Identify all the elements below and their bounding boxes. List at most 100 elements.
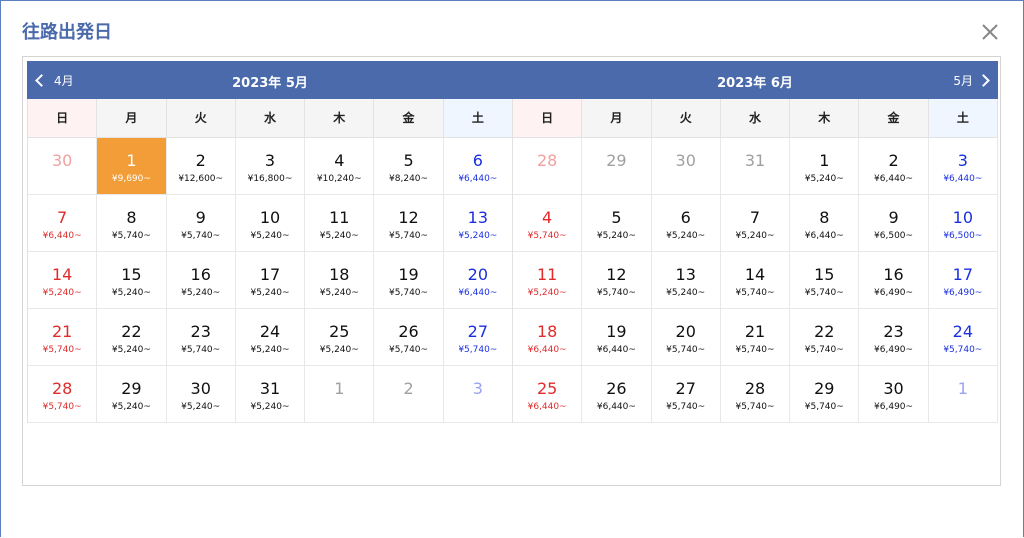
date-cell[interactable]: 17 ¥5,240~ xyxy=(235,252,306,309)
date-cell[interactable]: 13 ¥5,240~ xyxy=(651,252,721,309)
fare-price: ¥5,240~ xyxy=(319,345,359,355)
date-cell[interactable]: 25 ¥5,240~ xyxy=(305,309,375,366)
date-cell[interactable]: 8 ¥6,440~ xyxy=(790,195,860,252)
date-cell[interactable]: 29 ¥5,740~ xyxy=(790,366,860,423)
next-month-label: 5月 xyxy=(953,74,973,88)
fare-price: ¥6,500~ xyxy=(874,231,914,241)
date-cell[interactable]: 6 ¥6,440~ xyxy=(443,138,513,195)
date-number: 1 xyxy=(819,151,830,170)
date-cell[interactable]: 19 ¥6,440~ xyxy=(582,309,652,366)
date-cell[interactable]: 29 ¥5,240~ xyxy=(97,366,167,423)
date-cell[interactable]: 7 ¥5,240~ xyxy=(720,195,791,252)
date-cell[interactable]: 14 ¥5,240~ xyxy=(28,252,98,309)
date-cell[interactable]: 27 ¥5,740~ xyxy=(651,366,721,423)
date-cell: 29 xyxy=(582,138,652,195)
date-cell[interactable]: 3 ¥16,800~ xyxy=(235,138,306,195)
date-cell[interactable]: 7 ¥6,440~ xyxy=(28,195,98,252)
date-cell[interactable]: 14 ¥5,740~ xyxy=(720,252,791,309)
date-number: 23 xyxy=(190,322,211,341)
date-cell[interactable]: 24 ¥5,740~ xyxy=(928,309,998,366)
date-cell[interactable]: 8 ¥5,740~ xyxy=(97,195,167,252)
date-cell[interactable]: 28 ¥5,740~ xyxy=(720,366,791,423)
date-cell[interactable]: 11 ¥5,240~ xyxy=(305,195,375,252)
fare-price: ¥5,740~ xyxy=(389,345,429,355)
date-cell[interactable]: 12 ¥5,740~ xyxy=(374,195,444,252)
date-cell[interactable]: 20 ¥5,740~ xyxy=(651,309,721,366)
date-number: 6 xyxy=(680,208,691,227)
date-number: 28 xyxy=(536,151,558,170)
date-cell[interactable]: 21 ¥5,740~ xyxy=(720,309,791,366)
date-number: 2 xyxy=(403,379,414,398)
date-cell[interactable]: 27 ¥5,740~ xyxy=(443,309,513,366)
date-cell[interactable]: 15 ¥5,240~ xyxy=(97,252,167,309)
date-cell[interactable]: 20 ¥6,440~ xyxy=(443,252,513,309)
date-cell[interactable]: 16 ¥5,240~ xyxy=(166,252,236,309)
date-cell[interactable]: 24 ¥5,240~ xyxy=(235,309,306,366)
date-number: 18 xyxy=(329,265,350,284)
date-cell[interactable]: 18 ¥5,240~ xyxy=(305,252,375,309)
date-cell[interactable]: 12 ¥5,740~ xyxy=(582,252,652,309)
date-cell[interactable]: 25 ¥6,440~ xyxy=(513,366,583,423)
date-number: 12 xyxy=(606,265,627,284)
date-cell[interactable]: 18 ¥6,440~ xyxy=(513,309,583,366)
fare-price: ¥5,740~ xyxy=(42,402,82,412)
date-cell[interactable]: 2 ¥12,600~ xyxy=(166,138,236,195)
date-cell[interactable]: 23 ¥5,740~ xyxy=(166,309,236,366)
date-cell[interactable]: 31 ¥5,240~ xyxy=(235,366,306,423)
next-month-button[interactable]: 5月 xyxy=(953,72,990,89)
date-cell[interactable]: 15 ¥5,740~ xyxy=(790,252,860,309)
fare-price: ¥5,240~ xyxy=(804,174,844,184)
date-cell: 1 xyxy=(928,366,998,423)
date-cell[interactable]: 30 ¥6,490~ xyxy=(859,366,929,423)
date-cell[interactable]: 23 ¥6,490~ xyxy=(859,309,929,366)
date-number: 3 xyxy=(472,379,483,398)
date-cell[interactable]: 9 ¥6,500~ xyxy=(859,195,929,252)
fare-price: ¥5,740~ xyxy=(111,231,151,241)
date-cell[interactable]: 26 ¥6,440~ xyxy=(582,366,652,423)
date-number: 29 xyxy=(606,151,627,170)
date-cell[interactable]: 5 ¥8,240~ xyxy=(374,138,444,195)
fare-price: ¥5,240~ xyxy=(250,345,290,355)
date-number: 1 xyxy=(126,151,137,170)
date-number: 16 xyxy=(190,265,211,284)
date-cell[interactable]: 26 ¥5,740~ xyxy=(374,309,444,366)
date-cell[interactable]: 4 ¥5,740~ xyxy=(513,195,583,252)
month-title: 2023年 6月 xyxy=(717,76,793,91)
date-cell[interactable]: 28 ¥5,740~ xyxy=(28,366,98,423)
date-cell[interactable]: 9 ¥5,740~ xyxy=(166,195,236,252)
fare-price: ¥5,740~ xyxy=(943,345,983,355)
date-cell: 1 xyxy=(305,366,375,423)
fare-price: ¥5,740~ xyxy=(389,231,429,241)
fare-price: ¥6,440~ xyxy=(943,174,983,184)
date-cell[interactable]: 30 ¥5,240~ xyxy=(166,366,236,423)
date-cell[interactable]: 3 ¥6,440~ xyxy=(928,138,998,195)
date-cell[interactable]: 5 ¥5,240~ xyxy=(582,195,652,252)
date-number: 5 xyxy=(611,208,622,227)
chevron-right-icon xyxy=(977,74,990,87)
date-cell[interactable]: 10 ¥5,240~ xyxy=(235,195,306,252)
date-cell[interactable]: 10 ¥6,500~ xyxy=(928,195,998,252)
prev-month-button[interactable]: 4月 xyxy=(35,72,74,89)
date-cell[interactable]: 21 ¥5,740~ xyxy=(28,309,98,366)
date-number: 16 xyxy=(883,265,904,284)
selected-date-cell[interactable]: 1 ¥9,690~ xyxy=(97,138,167,195)
date-cell[interactable]: 17 ¥6,490~ xyxy=(928,252,998,309)
date-cell[interactable]: 19 ¥5,740~ xyxy=(374,252,444,309)
date-cell[interactable]: 13 ¥5,240~ xyxy=(443,195,513,252)
close-icon[interactable] xyxy=(978,20,1002,44)
date-number: 9 xyxy=(195,208,206,227)
fare-price: ¥12,600~ xyxy=(178,174,224,184)
date-cell[interactable]: 2 ¥6,440~ xyxy=(859,138,929,195)
date-cell[interactable]: 22 ¥5,240~ xyxy=(97,309,167,366)
fare-price: ¥5,240~ xyxy=(250,231,290,241)
date-cell[interactable]: 22 ¥5,740~ xyxy=(790,309,860,366)
date-cell[interactable]: 16 ¥6,490~ xyxy=(859,252,929,309)
date-cell[interactable]: 4 ¥10,240~ xyxy=(305,138,375,195)
fare-price: ¥16,800~ xyxy=(247,174,293,184)
date-number: 28 xyxy=(744,379,766,398)
date-cell[interactable]: 11 ¥5,240~ xyxy=(513,252,583,309)
date-cell[interactable]: 6 ¥5,240~ xyxy=(651,195,721,252)
fare-price: ¥6,440~ xyxy=(804,231,844,241)
date-cell[interactable]: 1 ¥5,240~ xyxy=(790,138,860,195)
date-number: 18 xyxy=(536,322,558,341)
